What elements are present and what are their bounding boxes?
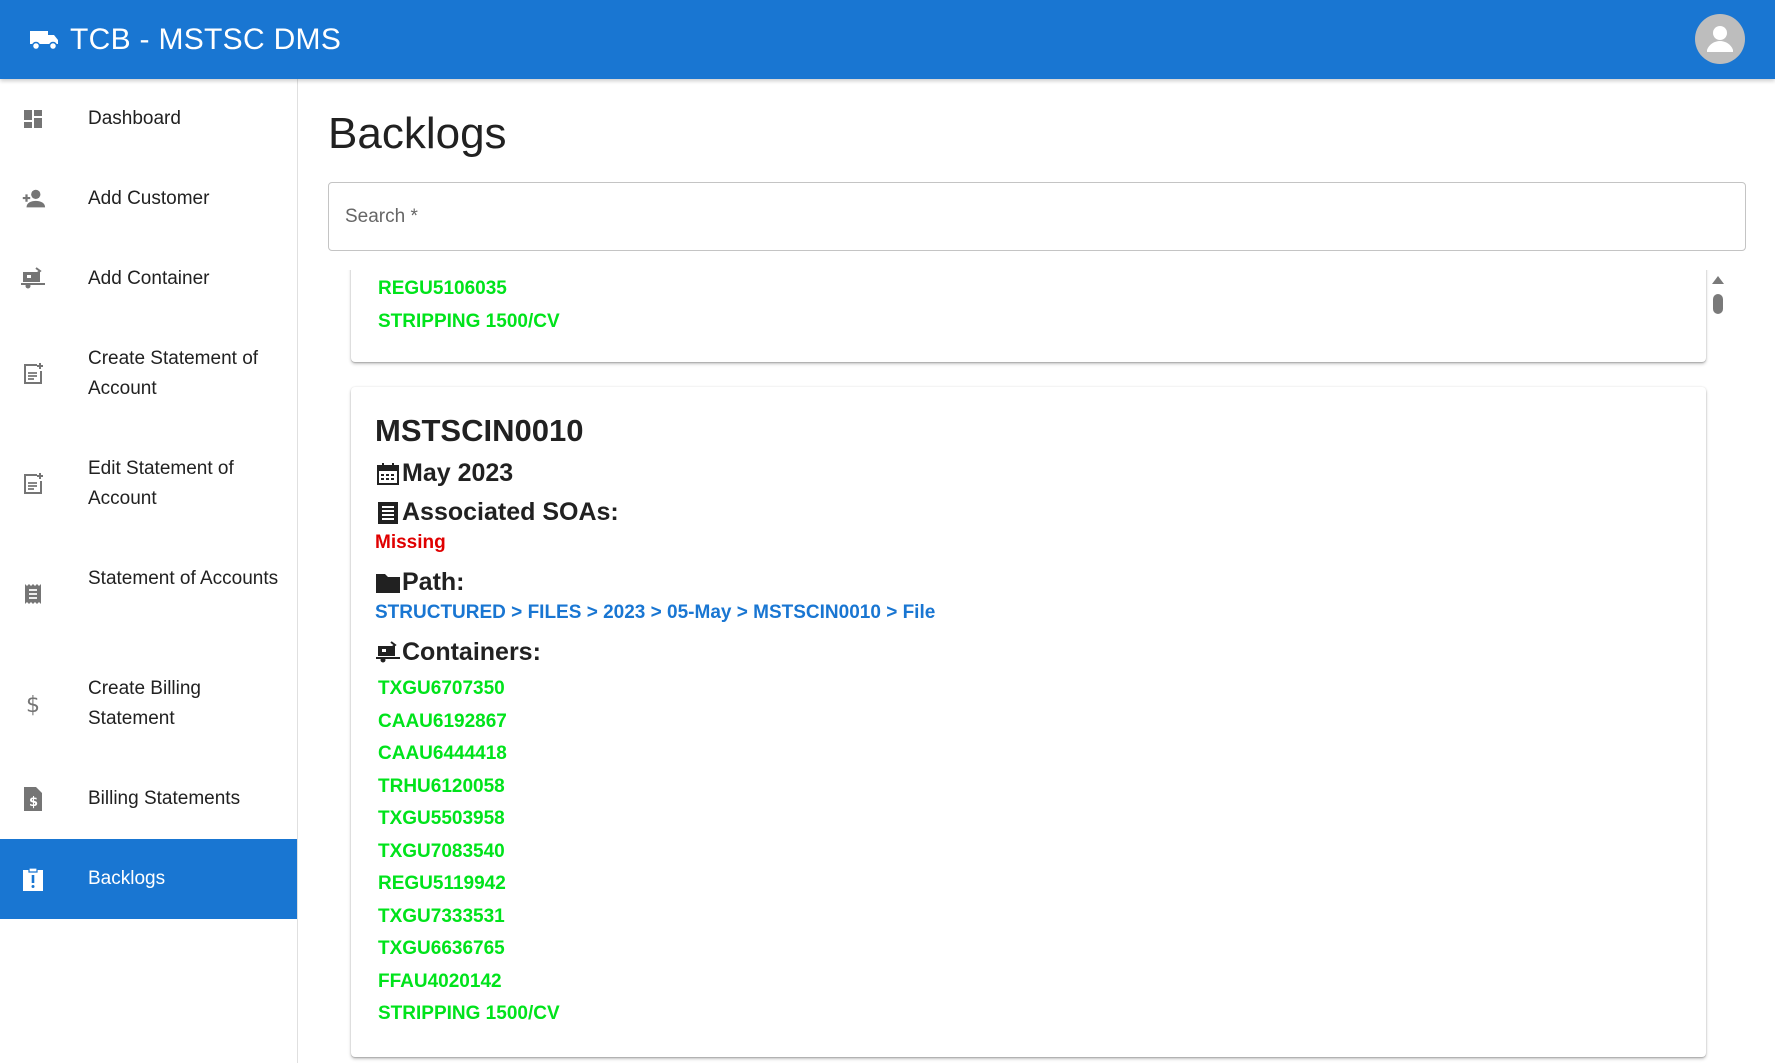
path-segment[interactable]: STRUCTURED (375, 602, 506, 623)
backlog-id: MSTSCIN0010 (375, 413, 584, 448)
app-bar: TCB - MSTSC DMS (0, 0, 1775, 79)
container-number: TXGU6636765 (378, 938, 505, 959)
sidebar-item-create-soa[interactable]: Create Statement of Account (0, 319, 297, 429)
container-number: TXGU7333531 (378, 905, 505, 927)
account-avatar-button[interactable] (1695, 14, 1745, 64)
container-list: REGU5106035 STRIPPING 1500/CV (351, 273, 560, 338)
container-number: REGU5119942 (378, 873, 506, 894)
path-separator: > (736, 602, 748, 623)
sidebar-item-label: Dashboard (88, 108, 181, 129)
dollar-icon: $ (20, 691, 46, 717)
container-number: CAAU6192867 (378, 710, 507, 732)
scrollbar-thumb[interactable] (1713, 294, 1723, 314)
post-add-icon (20, 361, 46, 387)
sidebar-item-label: Backlogs (88, 868, 166, 889)
list-alt-icon (375, 500, 401, 526)
path-heading: Path: (375, 568, 465, 597)
sidebar-item-label: Create Billing Statement (88, 678, 201, 729)
receipt-icon (20, 581, 46, 607)
container-number: REGU5106035 (378, 278, 507, 299)
backlog-card: REGU5106035 STRIPPING 1500/CV (351, 270, 1706, 362)
associated-soas-label: Associated SOAs: (402, 498, 619, 526)
calendar-icon (375, 461, 401, 487)
account-circle-icon (1707, 26, 1733, 52)
search-field[interactable] (328, 182, 1746, 251)
svg-text:$: $ (29, 795, 38, 810)
backlog-date-text: May 2023 (402, 459, 514, 487)
app-title: TCB - MSTSC DMS (70, 22, 342, 56)
container-number: STRIPPING 1500/CV (378, 310, 560, 332)
sidebar-item-label: Add Container (88, 268, 210, 289)
containers-heading: Containers: (375, 638, 541, 667)
path-separator: > (586, 602, 598, 623)
sidebar-item-add-customer[interactable]: Add Customer (0, 159, 297, 239)
container-number: FFAU4020142 (378, 970, 502, 992)
container-number: TXGU6707350 (378, 678, 505, 699)
sidebar-item-label: Add Customer (88, 188, 210, 209)
sidebar-item-dashboard[interactable]: Dashboard (0, 79, 297, 159)
path-segment[interactable]: MSTSCIN0010 (753, 602, 881, 623)
page-title: Backlogs (328, 109, 507, 158)
path-separator: > (886, 602, 898, 623)
sidebar-item-label: Billing Statements (88, 788, 241, 809)
post-add-icon (20, 471, 46, 497)
dashboard-icon (20, 106, 46, 132)
sidebar-item-label: Statement of Accounts (88, 568, 279, 589)
path-separator: > (511, 602, 523, 623)
sidebar-item-label: Create Statement of Account (88, 348, 259, 399)
backlog-list[interactable]: REGU5106035 STRIPPING 1500/CV MSTSCIN001… (328, 270, 1728, 1063)
scroll-up-arrow[interactable] (1712, 276, 1724, 284)
rv-hookup-icon (375, 640, 401, 666)
sidebar-item-edit-soa[interactable]: Edit Statement of Account (0, 429, 297, 539)
backlog-date: May 2023 (375, 459, 513, 488)
container-number: CAAU6444418 (378, 743, 507, 764)
sidebar-item-create-billing-statement[interactable]: $ Create Billing Statement (0, 649, 297, 759)
list-scrollbar[interactable] (1706, 270, 1728, 1063)
container-number: TXGU7083540 (378, 840, 505, 862)
path-segment[interactable]: 2023 (603, 602, 645, 623)
sidebar: Dashboard Add Customer Add Container Cre… (0, 79, 298, 1063)
sidebar-item-backlogs[interactable]: Backlogs (0, 839, 297, 919)
sidebar-item-add-container[interactable]: Add Container (0, 239, 297, 319)
associated-soas-heading: Associated SOAs: (375, 498, 619, 527)
sidebar-item-billing-statements[interactable]: $ Billing Statements (0, 759, 297, 839)
soas-missing-status: Missing (375, 532, 446, 553)
path-segment[interactable]: 05-May (667, 602, 731, 623)
search-input[interactable] (329, 183, 1745, 250)
container-number: TRHU6120058 (378, 775, 505, 797)
truck-icon (28, 29, 60, 51)
path-segment[interactable]: File (903, 602, 936, 623)
container-number: STRIPPING 1500/CV (378, 1003, 560, 1024)
path-segment[interactable]: FILES (528, 602, 582, 623)
path-label: Path: (402, 568, 465, 596)
svg-text:$: $ (26, 693, 40, 717)
backlog-card: MSTSCIN0010 May 2023 Associated SOAs: Mi… (351, 387, 1706, 1057)
rv-hookup-icon (20, 266, 46, 292)
path-separator: > (650, 602, 662, 623)
container-list: TXGU6707350 CAAU6192867 CAAU6444418 TRHU… (351, 673, 560, 1031)
sidebar-item-label: Edit Statement of Account (88, 458, 234, 509)
sidebar-item-statement-of-accounts[interactable]: Statement of Accounts (0, 539, 297, 649)
path-breadcrumb: STRUCTURED > FILES > 2023 > 05-May > MST… (375, 602, 935, 624)
person-add-icon (20, 186, 46, 212)
containers-label: Containers: (402, 638, 541, 666)
request-quote-icon: $ (20, 786, 46, 812)
container-number: TXGU5503958 (378, 808, 505, 829)
folder-icon (375, 570, 401, 596)
assignment-late-icon (20, 866, 46, 892)
